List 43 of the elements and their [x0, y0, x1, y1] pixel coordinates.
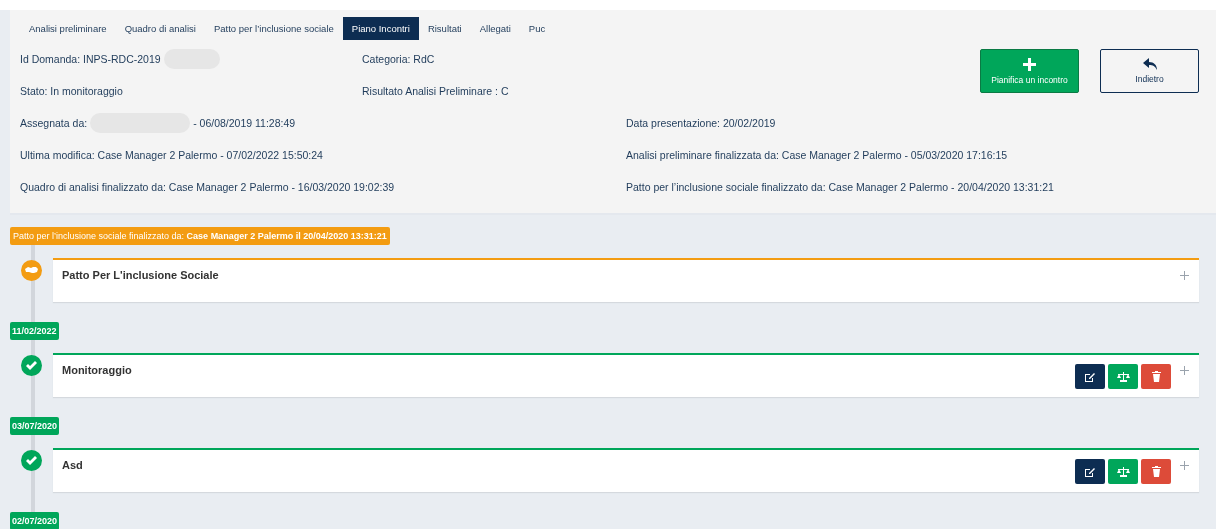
- scales-icon: [1116, 371, 1130, 382]
- tab[interactable]: Quadro di analisi: [115, 17, 205, 40]
- tab[interactable]: Puc: [519, 17, 555, 40]
- trash-icon: [1151, 371, 1161, 382]
- date-badge: 03/07/2020: [10, 417, 60, 435]
- expand-icon[interactable]: [1180, 366, 1189, 375]
- edit-icon: [1084, 466, 1096, 477]
- trash-icon: [1151, 466, 1161, 477]
- reply-arrow-icon: [1142, 58, 1157, 70]
- card-title: Asd: [62, 459, 83, 471]
- expand-icon[interactable]: [1180, 271, 1189, 280]
- info-text: Analisi preliminare finalizzata da: Case Manager 2 Palermo - 05/03/2020 17:16:15: [626, 149, 1008, 161]
- info-text: Id Domanda: INPS-RDC-2019: [20, 53, 161, 65]
- card-title: Monitoraggio: [62, 364, 132, 376]
- info-text: Stato: In monitoraggio: [20, 85, 123, 97]
- edit-button[interactable]: [1075, 364, 1105, 389]
- info-text: Categoria: RdC: [362, 53, 435, 65]
- info-text: Patto per l’inclusione sociale finalizzato da: Case Manager 2 Palermo - 20/04/2020 13:31:21: [626, 181, 1054, 193]
- tab[interactable]: Allegati: [470, 17, 520, 40]
- delete-button[interactable]: [1141, 459, 1171, 484]
- card-title: Patto Per L'inclusione Sociale: [62, 269, 219, 281]
- expand-icon[interactable]: [1180, 461, 1189, 470]
- edit-button[interactable]: [1075, 459, 1105, 484]
- back-button[interactable]: Indietro: [1100, 49, 1199, 93]
- check-icon: [21, 355, 42, 376]
- info-text: - 06/08/2019 11:28:49: [193, 117, 296, 129]
- date-badge: 11/02/2022: [10, 322, 59, 340]
- date-badge: 02/07/2020: [10, 512, 60, 529]
- tab[interactable]: Patto per l’inclusione sociale: [204, 17, 343, 40]
- delete-button[interactable]: [1141, 364, 1171, 389]
- info-text: Data presentazione: 20/02/2019: [626, 117, 776, 129]
- info-text: Assegnata da:: [20, 117, 88, 129]
- info-text: Quadro di analisi finalizzato da: Case Manager 2 Palermo - 16/03/2020 19:02:39: [20, 181, 395, 193]
- plus-icon: [1023, 57, 1036, 71]
- status-banner: Patto per l’inclusione sociale finalizzato da: Case Manager 2 Palermo il 20/04/2020 13:31:21: [10, 227, 390, 245]
- edit-icon: [1084, 371, 1096, 382]
- check-icon: [21, 450, 42, 471]
- info-text: Risultato Analisi Preliminare : C: [362, 85, 509, 97]
- info-text: Ultima modifica: Case Manager 2 Palermo - 07/02/2022 15:50:24: [20, 149, 323, 161]
- scales-icon: [1116, 466, 1130, 477]
- tab[interactable]: Piano Incontri: [342, 17, 419, 40]
- tab[interactable]: Analisi preliminare: [20, 17, 116, 40]
- tab[interactable]: Risultati: [418, 17, 471, 40]
